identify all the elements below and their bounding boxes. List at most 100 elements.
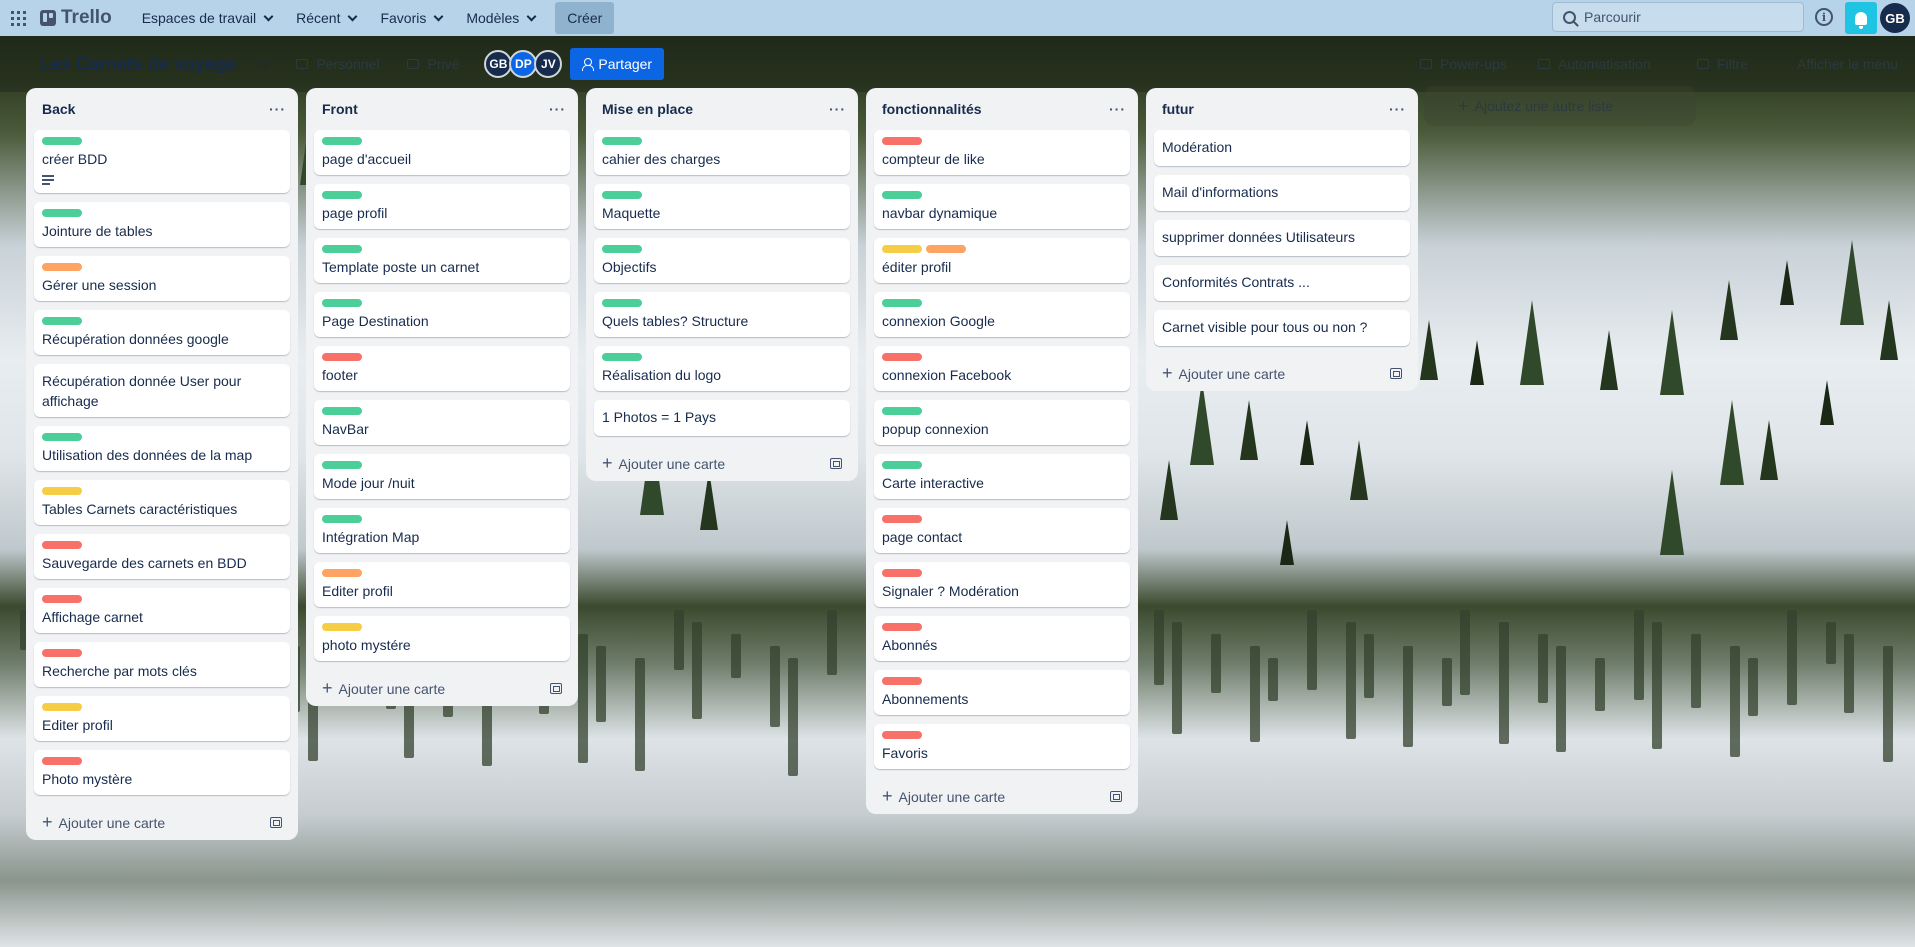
card[interactable]: Template poste un carnet <box>314 238 570 283</box>
nav-workspaces[interactable]: Espaces de travail <box>132 2 282 34</box>
nav-templates[interactable]: Modèles <box>456 2 545 34</box>
label-green[interactable] <box>42 137 82 145</box>
card[interactable]: Intégration Map <box>314 508 570 553</box>
card[interactable]: NavBar <box>314 400 570 445</box>
card[interactable]: Signaler ? Modération <box>874 562 1130 607</box>
label-red[interactable] <box>882 515 922 523</box>
list-header[interactable]: Mise en place ··· <box>594 96 850 122</box>
member-avatar[interactable]: GB <box>484 50 513 78</box>
nav-recent[interactable]: Récent <box>286 2 366 34</box>
label-green[interactable] <box>42 317 82 325</box>
label-yellow[interactable] <box>42 703 82 711</box>
filter-button[interactable]: Filtre <box>1697 36 1748 92</box>
label-red[interactable] <box>882 569 922 577</box>
label-red[interactable] <box>882 677 922 685</box>
powerups-button[interactable]: Power-ups <box>1420 36 1507 92</box>
label-red[interactable] <box>42 757 82 765</box>
label-red[interactable] <box>42 541 82 549</box>
automation-button[interactable]: Automatisation <box>1538 36 1651 92</box>
label-red[interactable] <box>322 353 362 361</box>
card[interactable]: Maquette <box>594 184 850 229</box>
add-card-button[interactable]: + Ajouter une carte <box>314 670 570 706</box>
label-green[interactable] <box>882 191 922 199</box>
label-yellow[interactable] <box>42 487 82 495</box>
card[interactable]: Gérer une session <box>34 256 290 301</box>
label-red[interactable] <box>42 595 82 603</box>
label-green[interactable] <box>602 245 642 253</box>
card[interactable]: Favoris <box>874 724 1130 769</box>
label-green[interactable] <box>322 137 362 145</box>
list-title[interactable]: fonctionnalités <box>882 101 982 117</box>
share-button[interactable]: Partager <box>570 48 665 80</box>
card[interactable]: page d'accueil <box>314 130 570 175</box>
card[interactable]: 1 Photos = 1 Pays <box>594 400 850 436</box>
label-green[interactable] <box>882 461 922 469</box>
list-header[interactable]: Back ··· <box>34 96 290 122</box>
board-title[interactable]: Les Carnets de voyage <box>40 54 236 75</box>
member-avatar[interactable]: DP <box>509 50 538 78</box>
card[interactable]: Objectifs <box>594 238 850 283</box>
card[interactable]: Photo mystère <box>34 750 290 795</box>
card[interactable]: Sauvegarde des carnets en BDD <box>34 534 290 579</box>
card[interactable]: navbar dynamique <box>874 184 1130 229</box>
label-yellow[interactable] <box>322 623 362 631</box>
card[interactable]: Récupération donnée User pour affichage <box>34 364 290 417</box>
list-header[interactable]: futur ··· <box>1154 96 1410 122</box>
label-orange[interactable] <box>322 569 362 577</box>
card[interactable]: Editer profil <box>34 696 290 741</box>
card[interactable]: supprimer données Utilisateurs <box>1154 220 1410 256</box>
add-card-button[interactable]: + Ajouter une carte <box>34 804 290 840</box>
card[interactable]: photo mystére <box>314 616 570 661</box>
label-green[interactable] <box>322 515 362 523</box>
add-list-button[interactable]: + Ajoutez une autre liste <box>1424 86 1696 126</box>
card-template-icon[interactable] <box>1390 367 1402 379</box>
label-green[interactable] <box>602 137 642 145</box>
label-green[interactable] <box>602 299 642 307</box>
card[interactable]: Recherche par mots clés <box>34 642 290 687</box>
card[interactable]: créer BDD <box>34 130 290 193</box>
label-orange[interactable] <box>926 245 966 253</box>
label-green[interactable] <box>322 407 362 415</box>
list-header[interactable]: fonctionnalités ··· <box>874 96 1130 122</box>
add-card-button[interactable]: + Ajouter une carte <box>1154 355 1410 391</box>
more-options-icon[interactable]: ··· <box>829 102 846 116</box>
card[interactable]: Mail d'informations <box>1154 175 1410 211</box>
label-red[interactable] <box>42 649 82 657</box>
info-icon[interactable]: i <box>1815 8 1833 26</box>
label-green[interactable] <box>322 461 362 469</box>
notifications-button[interactable] <box>1845 2 1877 34</box>
card[interactable]: connexion Google <box>874 292 1130 337</box>
label-orange[interactable] <box>42 263 82 271</box>
card[interactable]: Récupération données google <box>34 310 290 355</box>
label-red[interactable] <box>882 623 922 631</box>
label-green[interactable] <box>602 353 642 361</box>
nav-starred[interactable]: Favoris <box>370 2 452 34</box>
card-template-icon[interactable] <box>1110 790 1122 802</box>
card[interactable]: Affichage carnet <box>34 588 290 633</box>
workspace-visibility-button[interactable]: Personnel <box>296 56 379 72</box>
add-card-button[interactable]: + Ajouter une carte <box>874 778 1130 814</box>
account-avatar[interactable]: GB <box>1880 3 1910 33</box>
star-icon[interactable]: ☆ <box>256 54 270 74</box>
card[interactable]: Carnet visible pour tous ou non ? <box>1154 310 1410 346</box>
card[interactable]: Modération <box>1154 130 1410 166</box>
card[interactable]: footer <box>314 346 570 391</box>
label-yellow[interactable] <box>882 245 922 253</box>
card[interactable]: compteur de like <box>874 130 1130 175</box>
card-template-icon[interactable] <box>550 682 562 694</box>
label-green[interactable] <box>42 433 82 441</box>
add-card-button[interactable]: + Ajouter une carte <box>594 445 850 481</box>
label-red[interactable] <box>882 731 922 739</box>
card-template-icon[interactable] <box>830 457 842 469</box>
card[interactable]: Jointure de tables <box>34 202 290 247</box>
card[interactable]: popup connexion <box>874 400 1130 445</box>
label-red[interactable] <box>882 137 922 145</box>
card[interactable]: Utilisation des données de la map <box>34 426 290 471</box>
card[interactable]: Page Destination <box>314 292 570 337</box>
trello-logo[interactable]: Trello <box>40 7 112 29</box>
card[interactable]: Mode jour /nuit <box>314 454 570 499</box>
card[interactable]: page contact <box>874 508 1130 553</box>
search-input[interactable]: Parcourir <box>1552 2 1804 32</box>
list-header[interactable]: Front ··· <box>314 96 570 122</box>
label-green[interactable] <box>322 245 362 253</box>
